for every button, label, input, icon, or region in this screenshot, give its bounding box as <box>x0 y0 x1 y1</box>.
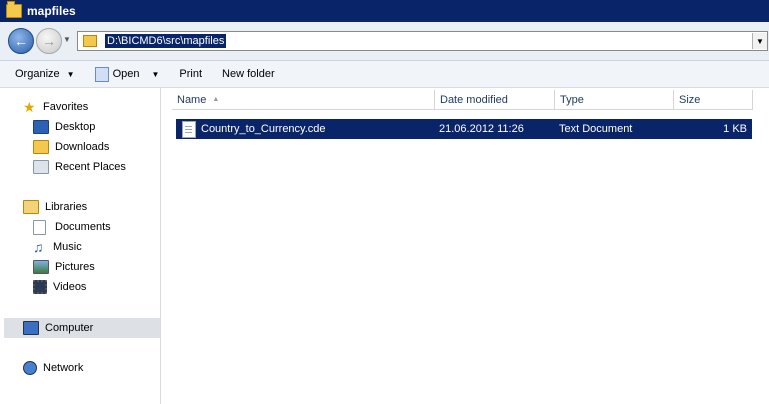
sidebar-item-label: Music <box>53 241 82 253</box>
folder-icon <box>6 1 22 18</box>
star-icon: ★ <box>23 99 36 115</box>
address-row: ← → ▼ D:\BICMD6\src\mapfiles ▼ <box>0 22 769 61</box>
file-date: 21.06.2012 11:26 <box>439 123 524 135</box>
file-size: 1 KB <box>723 123 747 135</box>
organize-button[interactable]: Organize ▼ <box>12 68 78 80</box>
title-bar: mapfiles <box>0 0 769 22</box>
address-path[interactable]: D:\BICMD6\src\mapfiles <box>105 34 227 48</box>
print-label: Print <box>179 68 203 80</box>
new-folder-button[interactable]: New folder <box>219 68 278 80</box>
open-label: Open <box>112 68 140 80</box>
arrow-left-icon: ← <box>14 33 28 49</box>
sidebar-item-downloads[interactable]: Downloads <box>33 138 109 156</box>
documents-icon <box>33 219 46 235</box>
window-title: mapfiles <box>27 4 76 18</box>
network-icon <box>23 361 37 375</box>
arrow-right-icon: → <box>42 33 56 49</box>
open-button[interactable]: Open <box>92 66 143 82</box>
column-header-label: Size <box>679 93 701 106</box>
column-header-name[interactable]: Name ▲ <box>172 90 435 110</box>
recent-places-icon <box>33 160 49 174</box>
column-header-size[interactable]: Size <box>674 90 753 110</box>
sidebar-item-label: Pictures <box>55 261 95 273</box>
sidebar-item-label: Recent Places <box>55 161 126 173</box>
sidebar-item-label: Downloads <box>55 141 110 153</box>
organize-label: Organize <box>15 68 60 80</box>
pictures-icon <box>33 260 49 274</box>
chevron-down-icon: ▼ <box>756 36 764 46</box>
sidebar-item-label: Videos <box>53 281 87 293</box>
chevron-down-icon: ▼ <box>63 35 71 44</box>
sidebar-item-computer[interactable]: Computer <box>23 319 93 337</box>
desktop-icon <box>33 120 49 134</box>
column-header-type[interactable]: Type <box>555 90 674 110</box>
sidebar-item-network[interactable]: Network <box>23 359 83 377</box>
command-bar: Organize ▼ Open ▼ Print New folder <box>0 61 769 88</box>
file-name-cell: Country_to_Currency.cde <box>182 119 326 139</box>
navigation-pane: ★ Favorites Desktop Downloads Recent Pla… <box>0 88 161 404</box>
chevron-down-icon: ▼ <box>66 69 75 79</box>
downloads-icon <box>33 140 49 154</box>
sidebar-item-label: Computer <box>45 322 94 334</box>
sidebar-item-videos[interactable]: Videos <box>33 278 86 296</box>
address-dropdown-button[interactable]: ▼ <box>752 33 767 49</box>
sidebar-item-documents[interactable]: Documents <box>33 218 111 236</box>
back-button[interactable]: ← <box>8 28 34 54</box>
sort-ascending-icon: ▲ <box>212 96 220 103</box>
column-header-label: Name <box>177 93 207 106</box>
sidebar-item-music[interactable]: ♫ Music <box>33 238 82 256</box>
column-header-date[interactable]: Date modified <box>435 90 555 110</box>
column-header-label: Date modified <box>440 93 508 106</box>
text-document-icon <box>182 120 196 138</box>
sidebar-item-label: Favorites <box>43 101 89 113</box>
address-bar[interactable]: D:\BICMD6\src\mapfiles ▼ <box>77 31 768 51</box>
sidebar-item-favorites[interactable]: ★ Favorites <box>23 98 88 116</box>
videos-icon <box>33 280 47 294</box>
sidebar-item-label: Network <box>43 362 84 374</box>
sidebar-item-pictures[interactable]: Pictures <box>33 258 95 276</box>
column-header-label: Type <box>560 93 584 106</box>
file-name: Country_to_Currency.cde <box>201 123 326 135</box>
file-list: Name ▲ Date modified Type Size Country_t… <box>161 88 769 404</box>
sidebar-item-label: Desktop <box>55 121 96 133</box>
print-button[interactable]: Print <box>176 68 205 80</box>
music-icon: ♫ <box>33 239 44 255</box>
sidebar-item-libraries[interactable]: Libraries <box>23 198 87 216</box>
new-folder-label: New folder <box>222 68 275 80</box>
recent-pages-button[interactable]: ▼ <box>63 35 71 44</box>
libraries-icon <box>23 200 39 214</box>
table-row[interactable]: Country_to_Currency.cde 21.06.2012 11:26… <box>176 119 752 139</box>
computer-icon <box>23 321 39 335</box>
sidebar-item-recent-places[interactable]: Recent Places <box>33 158 126 176</box>
open-icon <box>94 66 109 82</box>
chevron-down-icon: ▼ <box>151 69 160 79</box>
sidebar-item-desktop[interactable]: Desktop <box>33 118 95 136</box>
open-dropdown-button[interactable]: ▼ <box>148 70 162 79</box>
folder-icon <box>83 35 97 47</box>
sidebar-item-label: Libraries <box>45 201 88 213</box>
sidebar-item-label: Documents <box>55 221 111 233</box>
forward-button[interactable]: → <box>36 28 62 54</box>
file-type: Text Document <box>559 123 633 135</box>
